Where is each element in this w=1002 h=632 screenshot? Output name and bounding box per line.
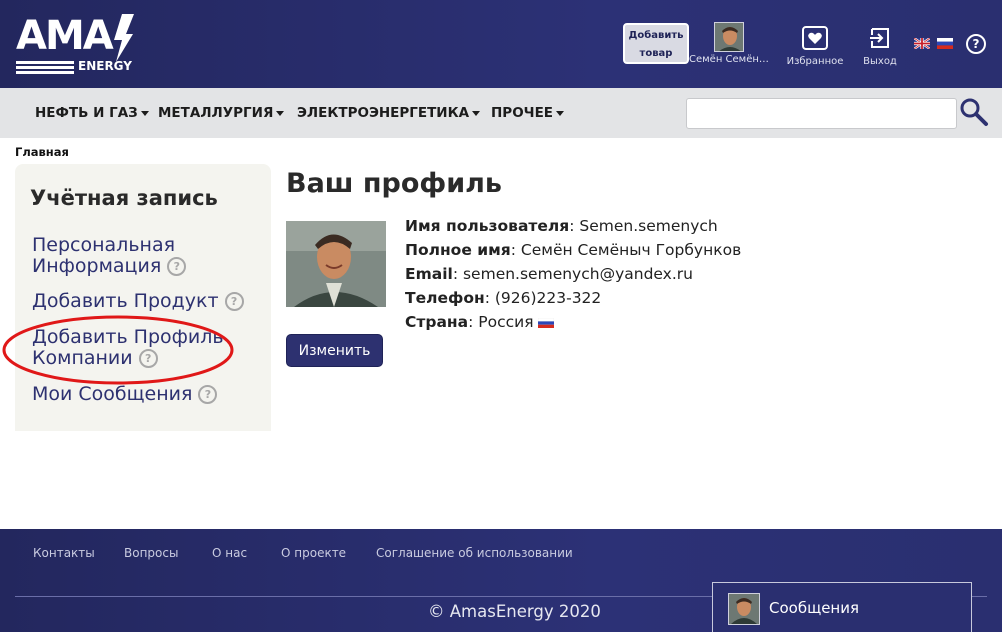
footer-link-questions[interactable]: Вопросы (124, 546, 178, 560)
logo-bars (16, 61, 74, 74)
field-value: semen.semenych@yandex.ru (462, 265, 693, 283)
field-value: Semen.semenych (579, 217, 718, 235)
avatar-portrait (729, 594, 759, 624)
avatar-portrait (715, 23, 743, 51)
field-label: Полное имя (405, 241, 511, 259)
site-header: AMA ENERGY Добавить товар Семён Семёны..… (0, 0, 1002, 88)
lightning-bolt-icon (114, 14, 134, 62)
sidebar-item-personal-info[interactable]: Персональная Информация? (32, 234, 187, 277)
nav-item-label: МЕТАЛЛУРГИЯ (158, 105, 274, 121)
avatar (714, 22, 744, 52)
footer-link-contacts[interactable]: Контакты (33, 546, 95, 560)
logout-icon (870, 28, 889, 48)
user-menu[interactable]: Семён Семёны... (689, 22, 769, 70)
logo[interactable]: AMA ENERGY (16, 14, 136, 76)
sidebar-item-label: Добавить Продукт (32, 290, 219, 312)
profile-photo (286, 221, 386, 307)
nav-item-electric-power[interactable]: ЭЛЕКТРОЭНЕРГЕТИКА (297, 88, 481, 138)
field-email: Email: semen.semenych@yandex.ru (405, 265, 693, 283)
field-label: Email (405, 265, 453, 283)
profile-portrait (286, 221, 386, 307)
flag-uk-icon[interactable] (914, 38, 930, 49)
chevron-down-icon (556, 110, 565, 116)
chevron-down-icon (472, 110, 481, 116)
page-title: Ваш профиль (286, 168, 502, 199)
flag-ru-icon (537, 317, 554, 328)
nav-item-label: ПРОЧЕЕ (491, 105, 554, 121)
field-phone: Телефон: (926)223-322 (405, 289, 602, 307)
heart-icon (802, 26, 828, 50)
edit-profile-button[interactable]: Изменить (286, 334, 383, 367)
page-root: AMA ENERGY Добавить товар Семён Семёны..… (0, 0, 1002, 632)
sidebar-item-my-messages[interactable]: Мои Сообщения? (32, 384, 218, 405)
flag-ru-icon[interactable] (937, 38, 954, 49)
messages-panel[interactable]: Сообщения (712, 582, 972, 632)
nav-item-metallurgy[interactable]: МЕТАЛЛУРГИЯ (158, 88, 285, 138)
help-icon[interactable]: ? (966, 34, 986, 54)
chevron-down-icon (276, 110, 285, 116)
favorites-link[interactable]: Избранное (785, 26, 845, 67)
question-icon[interactable]: ? (198, 385, 218, 404)
field-username: Имя пользователя: Semen.semenych (405, 217, 718, 235)
favorites-label: Избранное (786, 56, 844, 67)
sidebar-item-label-line2: Информация (32, 255, 162, 277)
annotation-ellipse (2, 315, 234, 385)
search-input[interactable] (686, 98, 957, 129)
logout-link[interactable]: Выход (850, 26, 910, 67)
nav-item-label: НЕФТЬ И ГАЗ (35, 105, 138, 121)
question-icon[interactable]: ? (167, 257, 187, 276)
copyright: © AmasEnergy 2020 (428, 602, 601, 621)
field-label: Имя пользователя (405, 217, 570, 235)
nav-item-other[interactable]: ПРОЧЕЕ (491, 88, 565, 138)
footer-link-about-us[interactable]: О нас (212, 546, 247, 560)
logo-main-text: AMA (16, 13, 114, 59)
account-sidebar: Учётная запись Персональная Информация? … (15, 164, 271, 431)
add-product-button[interactable]: Добавить товар (623, 23, 689, 64)
messages-label: Сообщения (769, 599, 860, 617)
user-name: Семён Семёны... (689, 54, 769, 65)
footer-link-terms[interactable]: Соглашение об использовании (376, 546, 573, 560)
field-value: (926)223-322 (494, 289, 602, 307)
question-icon[interactable]: ? (224, 292, 244, 311)
field-value: Россия (478, 313, 534, 331)
language-switcher (914, 38, 956, 56)
logout-label: Выход (863, 56, 897, 67)
sidebar-title: Учётная запись (30, 186, 218, 210)
sidebar-item-label-line1: Персональная (32, 234, 176, 256)
nav-item-label: ЭЛЕКТРОЭНЕРГЕТИКА (297, 105, 470, 121)
sidebar-item-add-product[interactable]: Добавить Продукт? (32, 291, 244, 312)
chevron-down-icon (140, 110, 149, 116)
field-value: Семён Семёныч Горбунков (520, 241, 742, 259)
field-country: Страна: Россия (405, 313, 554, 331)
footer-link-about-project[interactable]: О проекте (281, 546, 346, 560)
avatar (728, 593, 760, 625)
search-icon[interactable] (959, 97, 989, 127)
main-nav: НЕФТЬ И ГАЗ МЕТАЛЛУРГИЯ ЭЛЕКТРОЭНЕРГЕТИК… (0, 88, 1002, 138)
field-label: Страна (405, 313, 469, 331)
field-label: Телефон (405, 289, 485, 307)
nav-item-oil-gas[interactable]: НЕФТЬ И ГАЗ (35, 88, 149, 138)
breadcrumb[interactable]: Главная (15, 145, 69, 159)
field-full-name: Полное имя: Семён Семёныч Горбунков (405, 241, 742, 259)
logo-sub-text: ENERGY (78, 59, 132, 73)
